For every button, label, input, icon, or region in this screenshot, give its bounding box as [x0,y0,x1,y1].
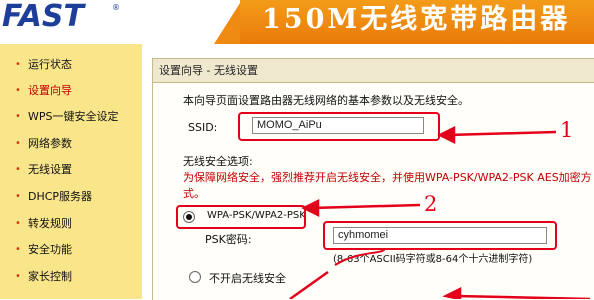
sidebar-item-parental-control[interactable]: • 家长控制 [0,266,142,288]
annotation-number-1: 1 [560,118,574,142]
no-security-option-label[interactable]: 不开启无线安全 [209,270,286,286]
sidebar-item-label: WPS一键安全设定 [28,110,119,123]
brand-logo: FAST [2,0,84,34]
bullet-icon: • [15,85,21,96]
bullet-icon: • [15,111,21,122]
sidebar-item-dhcp[interactable]: • DHCP服务器 [0,186,142,208]
sidebar-item-label: DHCP服务器 [28,190,93,203]
sidebar-item-security[interactable]: • 安全功能 [0,239,142,261]
annotation-number-2: 2 [424,192,438,216]
ssid-label: SSID: [188,121,218,134]
sidebar-item-setup-wizard[interactable]: • 设置向导 [0,80,142,102]
sidebar-item-status[interactable]: • 运行状态 [0,54,142,76]
header-bar: FAST ® 150M无线宽带路由器 [0,0,594,44]
sidebar-item-label: 无线设置 [28,163,72,176]
header-slant [214,0,242,44]
psk-hint: (8-63个ASCII码字符或8-64个十六进制字符) [333,254,533,265]
sidebar-item-label: 网络参数 [28,137,72,150]
bullet-icon: • [15,138,21,149]
sidebar-item-forwarding[interactable]: • 转发规则 [0,213,142,235]
bullet-icon: • [15,271,21,282]
sidebar-item-label: 转发规则 [28,217,72,230]
bullet-icon: • [15,218,21,229]
bullet-icon: • [15,59,21,70]
security-options-title: 无线安全选项: [183,155,253,168]
sidebar-item-network[interactable]: • 网络参数 [0,133,142,155]
sidebar-item-wireless[interactable]: • 无线设置 [0,159,142,181]
panel-title: 设置向导 - 无线设置 [153,59,594,83]
ssid-highlight-box [238,112,440,141]
registered-mark: ® [112,3,120,12]
sidebar-item-wps[interactable]: • WPS一键安全设定 [0,106,142,128]
sidebar-item-label: 设置向导 [28,84,72,97]
psk-highlight-box [323,221,557,250]
wireless-settings-panel: 设置向导 - 无线设置 本向导页面设置路由器无线网络的基本参数以及无线安全。 S… [152,58,594,300]
bullet-icon: • [15,244,21,255]
sidebar-menu: • 运行状态 • 设置向导 • WPS一键安全设定 • 网络参数 • 无线设置 … [0,44,142,299]
bullet-icon: • [15,191,21,202]
bullet-icon: • [15,164,21,175]
wpa-highlight-box [176,205,306,229]
psk-label: PSK密码: [205,233,252,246]
sidebar-item-label: 安全功能 [28,243,72,256]
no-security-radio[interactable] [189,271,201,283]
intro-text: 本向导页面设置路由器无线网络的基本参数以及无线安全。 [183,94,469,107]
sidebar-item-label: 家长控制 [28,270,72,283]
sidebar-item-label: 运行状态 [28,58,72,71]
security-warning: 为保障网络安全，强烈推荐开启无线安全，并使用WPA-PSK/WPA2-PSK A… [183,171,592,200]
product-title: 150M无线宽带路由器 [262,4,571,35]
